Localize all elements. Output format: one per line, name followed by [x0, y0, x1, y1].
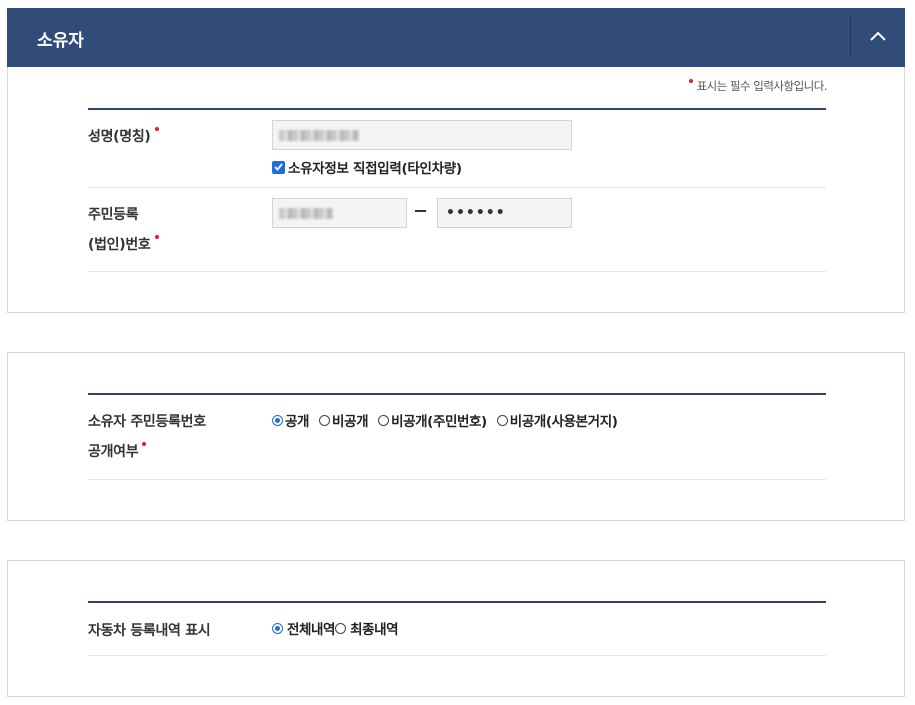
radio-latest-history[interactable]: 최종내역: [335, 618, 399, 638]
row-divider: [88, 479, 826, 480]
table-top-rule: [88, 108, 826, 110]
direct-input-checkbox[interactable]: [272, 160, 285, 174]
radio-unselected-icon[interactable]: [496, 414, 508, 426]
blurred-resident-front: [279, 208, 333, 219]
registration-history-radio-group: 전체내역 최종내역: [272, 618, 408, 638]
check-icon: [274, 163, 283, 171]
direct-input-label: 소유자정보 직접입력(타인차량): [288, 161, 462, 177]
radio-selected-icon[interactable]: [272, 414, 283, 426]
resident-number-back-input[interactable]: ••••••: [437, 198, 572, 228]
registration-history-label: 자동차 등록내역 표시: [88, 623, 211, 639]
blurred-name: [279, 130, 359, 141]
radio-unselected-icon[interactable]: [378, 414, 390, 426]
resident-number-label: 주민등록 (법인)번호: [88, 200, 159, 260]
owner-name-input[interactable]: [272, 120, 572, 150]
section-title: 소유자: [37, 31, 84, 51]
direct-input-checkbox-row[interactable]: 소유자정보 직접입력(타인차량): [272, 157, 462, 177]
required-dot-icon: [142, 442, 147, 446]
disclosure-radio-group: 공개 비공개 비공개(주민번호) 비공개(사용본거지): [272, 410, 628, 430]
radio-private[interactable]: 비공개: [319, 410, 369, 430]
radio-full-history[interactable]: 전체내역: [272, 618, 335, 638]
radio-private-address[interactable]: 비공개(사용본거지): [496, 410, 618, 430]
resident-number-front-input[interactable]: [272, 198, 407, 228]
disclosure-label: 소유자 주민등록번호 공개여부: [88, 414, 206, 460]
radio-public[interactable]: 공개: [272, 410, 309, 430]
chevron-up-icon: [870, 31, 886, 41]
radio-selected-icon[interactable]: [272, 622, 283, 634]
row-divider: [88, 187, 826, 188]
radio-unselected-icon[interactable]: [319, 414, 331, 426]
required-dot-icon: [154, 235, 159, 239]
radio-unselected-icon[interactable]: [335, 622, 347, 634]
required-note: 표시는 필수 입력사항입니다.: [688, 78, 828, 94]
owner-name-label: 성명(명칭): [88, 122, 159, 152]
table-top-rule: [88, 393, 826, 395]
row-divider: [88, 271, 826, 272]
required-dot-icon: [154, 127, 159, 131]
owner-section-header: 소유자: [7, 8, 905, 67]
table-top-rule: [88, 601, 826, 603]
collapse-button[interactable]: [852, 8, 905, 67]
header-divider: [850, 17, 851, 57]
radio-private-resident-number[interactable]: 비공개(주민번호): [378, 410, 487, 430]
resident-number-dash: [415, 210, 426, 212]
row-divider: [88, 655, 826, 656]
required-dot-icon: [688, 79, 693, 83]
